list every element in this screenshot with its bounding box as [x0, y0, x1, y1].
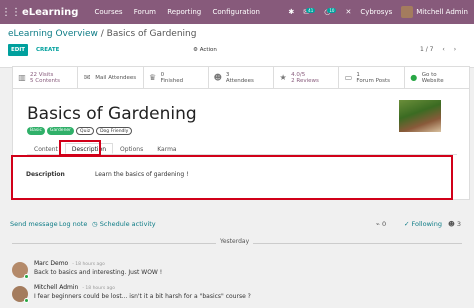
stat-go-to-website[interactable]: ● Go to Website: [405, 67, 469, 88]
edit-button[interactable]: EDIT: [8, 44, 28, 56]
stat-attendees-label: Attendees: [225, 77, 254, 84]
activities-count-badge: 10: [327, 8, 337, 13]
messages-count-badge: 41: [306, 8, 316, 13]
control-panel: eLearning Overview / Basics of Gardening…: [0, 24, 474, 68]
stat-forum-label: Forum Posts: [356, 77, 390, 84]
breadcrumb: eLearning Overview / Basics of Gardening: [8, 29, 196, 39]
trophy-icon: ♛: [148, 73, 157, 82]
message-time: - 18 hours ago: [82, 286, 116, 291]
user-menu[interactable]: Mitchell Admin: [401, 6, 468, 18]
course-title[interactable]: Basics of Gardening: [27, 104, 197, 124]
tab-content[interactable]: Content: [27, 143, 65, 154]
attachments-button[interactable]: ⌁ 0: [376, 220, 386, 228]
followers-count: 3: [456, 220, 461, 228]
stat-mail-label: Mail Attendees: [95, 74, 137, 81]
breadcrumb-separator: /: [100, 29, 104, 39]
bar-chart-icon: ▥: [18, 73, 26, 82]
form-tabs: Content Description Options Karma: [27, 143, 457, 155]
followers-button[interactable]: ☻ 3: [448, 220, 461, 228]
chevron-right-icon[interactable]: ›: [454, 46, 456, 53]
company-switcher[interactable]: Cybrosys: [360, 8, 392, 16]
gear-icon: ⚙: [193, 47, 200, 53]
clock-icon: ◷: [92, 220, 100, 228]
tag-basic[interactable]: Basic: [27, 127, 45, 135]
chatter-topbar: Send message Log note ◷ Schedule activit…: [0, 214, 474, 234]
users-icon: ☻: [213, 73, 223, 82]
stat-contents-value: 5 Contents: [30, 77, 60, 84]
activities-icon[interactable]: ◷10: [324, 8, 337, 16]
stat-forum-posts[interactable]: ▭ 1 Forum Posts: [339, 67, 405, 88]
send-message-button[interactable]: Send message: [10, 220, 58, 228]
description-value[interactable]: Learn the basics of gardening !: [95, 171, 188, 178]
attachments-count: 0: [381, 220, 387, 228]
log-note-button[interactable]: Log note: [59, 220, 87, 228]
breadcrumb-current: Basics of Gardening: [106, 29, 197, 39]
breadcrumb-parent[interactable]: eLearning Overview: [8, 29, 98, 39]
menu-courses[interactable]: Courses: [94, 8, 122, 16]
user-icon: ☻: [448, 220, 457, 228]
envelope-icon: ✉: [83, 73, 91, 82]
create-button[interactable]: CREATE: [36, 44, 59, 56]
stat-attendees[interactable]: ☻ 3 Attendees: [209, 67, 275, 88]
following-label: Following: [411, 220, 442, 228]
stat-reviews-value: 2 Reviews: [291, 77, 319, 84]
stat-reviews[interactable]: ★ 4.0/5 2 Reviews: [274, 67, 340, 88]
star-icon: ★: [279, 73, 287, 82]
message-author[interactable]: Mitchell Admin: [34, 284, 78, 291]
close-icon[interactable]: ✕: [345, 8, 351, 16]
stat-visits[interactable]: ▥ 22 Visits 5 Contents: [13, 67, 79, 88]
tag-gardener[interactable]: Gardener: [46, 127, 75, 135]
app-name[interactable]: eLearning: [22, 7, 78, 18]
course-tags: Basic Gardener Quiz Dog Friendly: [27, 127, 133, 135]
course-image[interactable]: [399, 100, 441, 132]
menu-reporting[interactable]: Reporting: [167, 8, 201, 16]
user-name: Mitchell Admin: [416, 8, 468, 16]
comment-icon: ▭: [344, 73, 353, 82]
chevron-left-icon[interactable]: ‹: [442, 46, 444, 53]
tag-quiz[interactable]: Quiz: [76, 127, 95, 135]
schedule-activity-button[interactable]: ◷ Schedule activity: [92, 220, 156, 228]
action-dropdown[interactable]: ⚙ Action: [193, 44, 217, 56]
messages-icon[interactable]: ✉41: [303, 8, 316, 16]
apps-menu-icon[interactable]: ⋮⋮: [0, 7, 22, 18]
online-status-icon: [24, 274, 29, 279]
tag-dog-friendly[interactable]: Dog Friendly: [96, 127, 133, 135]
tab-options[interactable]: Options: [113, 143, 150, 154]
action-label: Action: [199, 47, 217, 53]
menu-forum[interactable]: Forum: [134, 8, 156, 16]
avatar[interactable]: [12, 286, 29, 303]
menu-configuration[interactable]: Configuration: [212, 8, 259, 16]
description-label: Description: [26, 171, 65, 178]
pager: 1 / 7 ‹ ›: [420, 44, 456, 56]
tab-karma[interactable]: Karma: [150, 143, 183, 154]
avatar[interactable]: [12, 262, 29, 279]
stat-mail-attendees[interactable]: ✉ Mail Attendees: [78, 67, 144, 88]
globe-icon: ●: [410, 73, 418, 82]
description-panel: Description Learn the basics of gardenin…: [11, 155, 453, 200]
message-time: - 18 hours ago: [72, 262, 105, 267]
stat-finished-label: Finished: [160, 77, 184, 84]
smart-button-bar: ▥ 22 Visits 5 Contents ✉ Mail Attendees ♛ 0 F…: [13, 67, 469, 89]
chatter-message: Marc Demo - 18 hours ago Back to basics a…: [12, 260, 462, 284]
message-body: I fear beginners could be lost... isn't …: [34, 293, 251, 300]
bug-icon[interactable]: ✱: [288, 8, 294, 16]
top-navbar: ⋮⋮ eLearning Courses Forum Reporting Con…: [0, 0, 474, 24]
tab-description[interactable]: Description: [64, 143, 114, 154]
chatter-message: Mitchell Admin - 18 hours ago I fear begi…: [12, 284, 462, 308]
message-body: Back to basics and interesting. Just WOW…: [34, 269, 163, 276]
online-status-icon: [24, 298, 29, 303]
user-avatar: [401, 6, 414, 18]
pager-value[interactable]: 1 / 7: [420, 46, 433, 53]
message-author[interactable]: Marc Demo: [34, 260, 68, 267]
stat-website-line2: Website: [421, 77, 444, 84]
following-button[interactable]: ✓ Following: [404, 220, 442, 228]
check-icon: ✓: [404, 220, 412, 228]
schedule-activity-label: Schedule activity: [99, 220, 156, 228]
date-separator: Yesterday: [216, 238, 254, 245]
stat-finished[interactable]: ♛ 0 Finished: [144, 67, 209, 88]
